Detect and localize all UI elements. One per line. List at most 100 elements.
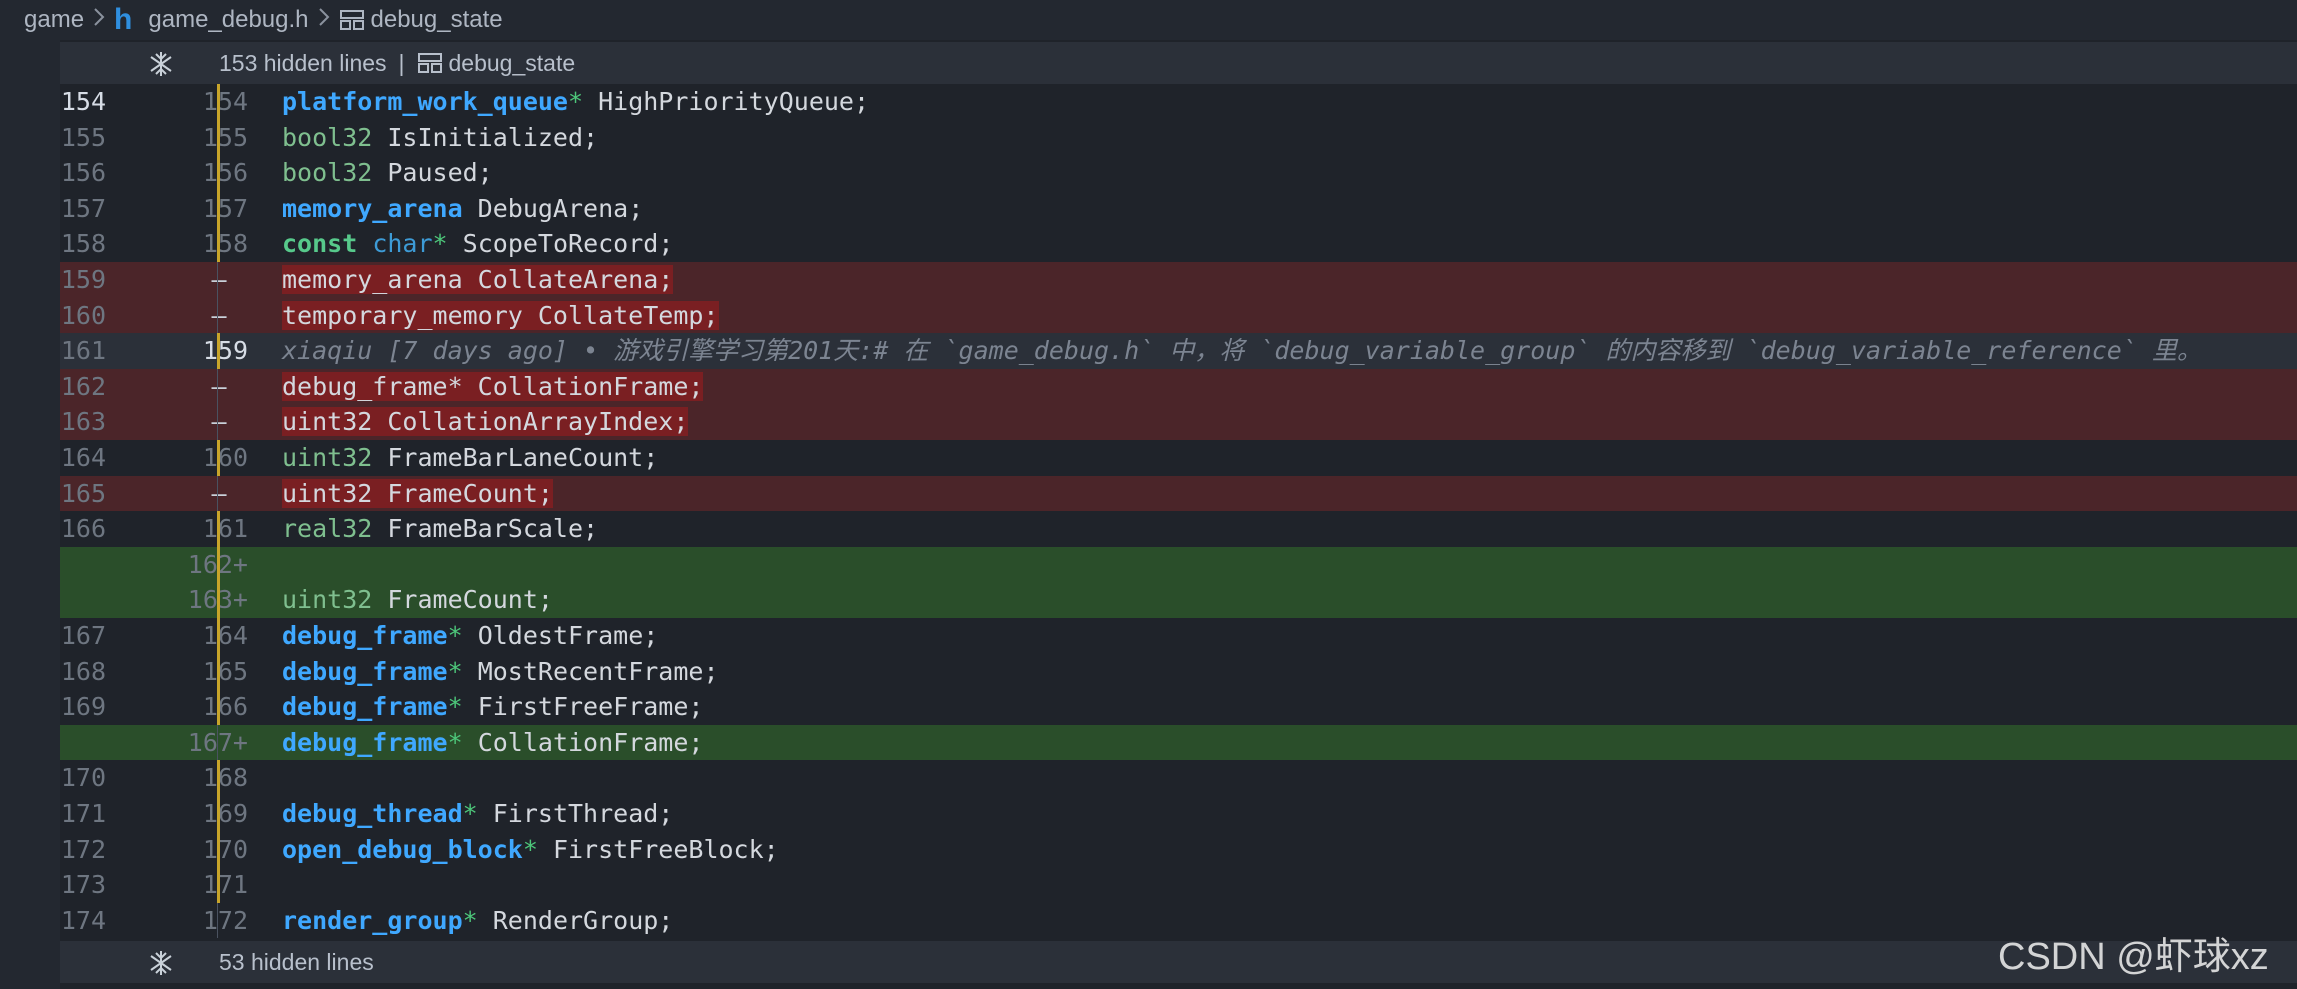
code-line[interactable]: 166 161 real32 FrameBarScale; xyxy=(60,511,2297,547)
code-token: * xyxy=(432,229,448,259)
code-line[interactable]: 167+ debug_frame* CollationFrame; xyxy=(60,724,2297,761)
code-token: CollationFrame; xyxy=(462,727,704,757)
code-token: bool32 xyxy=(282,122,373,152)
removed-text: debug_frame* CollationFrame; xyxy=(282,371,704,401)
change-marker xyxy=(217,368,218,405)
code-text: debug_frame* FirstFreeFrame; xyxy=(282,689,703,725)
struct-icon xyxy=(417,52,443,74)
code-text: xiaqiu [7 days ago] • 游戏引擎学习第201天:# 在 `g… xyxy=(282,333,2202,369)
code-line[interactable]: 173 171 xyxy=(60,867,2297,903)
hidden-lines-bar-bottom[interactable]: 53 hidden lines xyxy=(60,941,2297,983)
old-line-number: 165 xyxy=(60,478,106,508)
code-line[interactable]: 164 160 uint32 FrameBarLaneCount; xyxy=(60,440,2297,476)
code-token: * xyxy=(447,656,463,686)
code-text: const char* ScopeToRecord; xyxy=(282,226,673,262)
code-token: debug_frame xyxy=(282,727,448,757)
code-token: HighPriorityQueue; xyxy=(583,87,870,116)
removed-text: temporary_memory CollateTemp; xyxy=(282,300,719,330)
breadcrumb-folder[interactable]: game xyxy=(24,6,84,34)
hidden-lines-count: 53 hidden lines xyxy=(219,948,374,975)
old-line-number: 169 xyxy=(60,692,106,722)
breadcrumb-symbol[interactable]: debug_state xyxy=(339,6,503,34)
new-line-number: 167+ xyxy=(140,725,248,761)
change-marker xyxy=(217,226,220,262)
code-text: uint32 FrameCount; xyxy=(282,582,553,618)
new-line-number: 172 xyxy=(202,905,248,935)
hidden-lines-bar-top[interactable]: 153 hidden lines | debug_state xyxy=(60,42,2297,84)
code-line[interactable]: 174 172 render_group* RenderGroup; xyxy=(60,902,2297,939)
old-line-number: 155 xyxy=(60,122,106,152)
code-line[interactable]: 169 166 debug_frame* FirstFreeFrame; xyxy=(60,689,2297,725)
code-token: FirstFreeFrame; xyxy=(462,692,704,722)
removed-marker: — xyxy=(211,371,227,401)
code-line[interactable]: 165 — uint32 FrameCount; xyxy=(60,475,2297,512)
old-line-number: 163 xyxy=(60,407,106,437)
code-line[interactable]: 156 156 bool32 Paused; xyxy=(60,155,2297,191)
new-line-number: 168 xyxy=(202,763,248,793)
code-text: platform_work_queue* HighPriorityQueue; xyxy=(282,84,869,120)
code-line[interactable]: 161 159 xiaqiu [7 days ago] • 游戏引擎学习第201天:… xyxy=(60,333,2297,369)
change-marker xyxy=(217,404,218,440)
code-text: uint32 CollationArrayIndex; xyxy=(282,404,689,440)
old-line-number: 162 xyxy=(60,371,106,401)
change-marker xyxy=(217,902,218,939)
code-token: FrameBarScale; xyxy=(372,514,599,544)
code-token: open_debug_block xyxy=(282,834,523,864)
code-token: const xyxy=(282,229,358,259)
change-marker xyxy=(217,653,220,690)
change-marker xyxy=(217,84,220,120)
breadcrumb: game h game_debug.h debug_state xyxy=(0,0,2297,40)
code-line[interactable]: 157 157 memory_arena DebugArena; xyxy=(60,190,2297,227)
code-line[interactable]: 172 170 open_debug_block* FirstFreeBlock; xyxy=(60,831,2297,868)
code-line[interactable]: 154 154 platform_work_queue* HighPriorityQ… xyxy=(60,84,2297,120)
code-text: memory_arena DebugArena; xyxy=(282,191,643,227)
old-line-number: 161 xyxy=(60,336,106,366)
old-line-number: 174 xyxy=(60,905,106,935)
code-token: ScopeToRecord; xyxy=(447,229,674,259)
code-token: debug_frame xyxy=(282,656,448,686)
code-token: FirstFreeBlock; xyxy=(537,834,779,864)
code-token: char xyxy=(372,229,433,259)
code-line[interactable]: 168 165 debug_frame* MostRecentFrame; xyxy=(60,653,2297,690)
change-marker xyxy=(217,440,220,476)
separator: | xyxy=(398,49,405,76)
code-text: uint32 FrameCount; xyxy=(282,476,553,512)
old-line-number: 157 xyxy=(60,193,106,223)
code-line[interactable]: 163+ uint32 FrameCount; xyxy=(60,582,2297,618)
change-marker xyxy=(217,511,220,547)
code-line[interactable]: 160 — temporary_memory CollateTemp; xyxy=(60,297,2297,334)
removed-text: uint32 FrameCount; xyxy=(282,478,553,508)
code-line[interactable]: 162 — debug_frame* CollationFrame; xyxy=(60,368,2297,405)
removed-text: uint32 CollationArrayIndex; xyxy=(282,407,689,437)
code-token: FrameCount; xyxy=(372,585,553,615)
expand-lines-icon[interactable] xyxy=(148,950,174,976)
code-line[interactable]: 158 158 const char* ScopeToRecord; xyxy=(60,226,2297,262)
new-line-number: 161 xyxy=(202,514,248,544)
new-line-number: 156 xyxy=(202,158,248,188)
code-line[interactable]: 171 169 debug_thread* FirstThread; xyxy=(60,796,2297,832)
code-token: * xyxy=(447,621,463,650)
code-line[interactable]: 159 — memory_arena CollateArena; xyxy=(60,262,2297,298)
code-token: Paused; xyxy=(372,158,493,188)
code-token: real32 xyxy=(282,514,373,544)
code-token: RenderGroup; xyxy=(477,905,674,935)
new-line-number: 157 xyxy=(202,193,248,223)
removed-marker: — xyxy=(211,407,227,437)
code-token: FirstThread; xyxy=(477,799,674,828)
code-line[interactable]: 155 155 bool32 IsInitialized; xyxy=(60,119,2297,156)
code-text: debug_frame* OldestFrame; xyxy=(282,618,658,654)
code-token: MostRecentFrame; xyxy=(462,656,719,686)
code-line[interactable]: 170 168 xyxy=(60,760,2297,796)
removed-marker: — xyxy=(211,265,227,294)
code-text: temporary_memory CollateTemp; xyxy=(282,298,719,334)
code-line[interactable]: 163 — uint32 CollationArrayIndex; xyxy=(60,404,2297,440)
code-line[interactable]: 162+ xyxy=(60,546,2297,583)
code-token: OldestFrame; xyxy=(462,621,659,650)
code-line[interactable]: 167 164 debug_frame* OldestFrame; xyxy=(60,618,2297,654)
chevron-right-icon xyxy=(317,6,331,34)
old-line-number: 158 xyxy=(60,229,106,259)
expand-lines-icon[interactable] xyxy=(148,51,174,77)
code-token: * xyxy=(462,905,478,935)
old-line-number: 167 xyxy=(60,621,106,650)
breadcrumb-file[interactable]: h game_debug.h xyxy=(114,5,308,35)
